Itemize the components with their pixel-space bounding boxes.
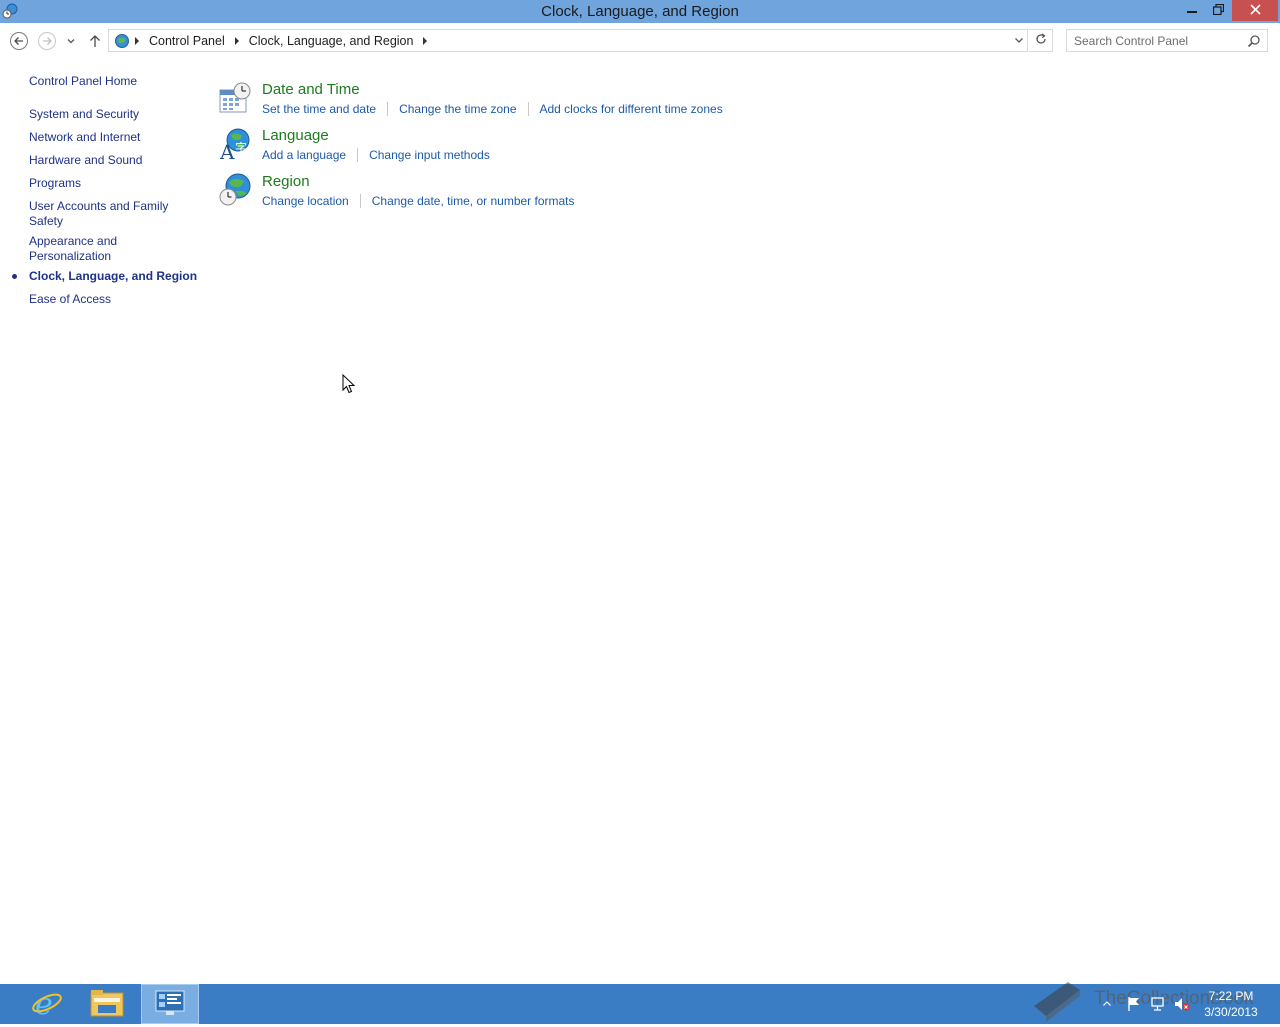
taskbar-file-explorer[interactable]	[78, 984, 136, 1024]
search-box[interactable]	[1066, 29, 1268, 52]
taskbar-control-panel[interactable]	[141, 984, 199, 1024]
internet-explorer-icon: e	[31, 987, 63, 1022]
breadcrumb-separator-icon[interactable]	[234, 36, 239, 45]
refresh-icon	[1035, 33, 1047, 48]
breadcrumb-clock-language-region[interactable]: Clock, Language, and Region	[243, 34, 420, 48]
search-input[interactable]	[1067, 30, 1245, 51]
control-panel-icon	[154, 988, 186, 1021]
minimize-button[interactable]	[1178, 0, 1206, 21]
taskbar-internet-explorer[interactable]: e	[18, 984, 76, 1024]
change-time-zone-link[interactable]: Change the time zone	[399, 102, 516, 116]
change-formats-link[interactable]: Change date, time, or number formats	[372, 194, 575, 208]
restore-button[interactable]	[1204, 0, 1232, 21]
add-language-link[interactable]: Add a language	[262, 148, 346, 162]
date-time-title[interactable]: Date and Time	[262, 81, 360, 98]
link-divider	[357, 148, 359, 162]
language-title[interactable]: Language	[262, 127, 329, 144]
sidebar-item-system-security[interactable]: System and Security	[29, 107, 199, 122]
close-icon	[1249, 3, 1261, 18]
taskbar-clock[interactable]: 7:22 PM 3/30/2013	[1196, 988, 1266, 1020]
recent-locations-button[interactable]	[62, 32, 80, 52]
close-button[interactable]	[1232, 0, 1278, 21]
restore-icon	[1212, 3, 1224, 18]
sidebar-item-programs[interactable]: Programs	[29, 176, 199, 191]
breadcrumb: Control Panel Clock, Language, and Regio…	[113, 30, 431, 51]
language-globe-icon[interactable]: A 字	[218, 127, 252, 164]
link-divider	[387, 102, 389, 116]
show-hidden-icons-icon[interactable]	[1100, 999, 1114, 1009]
back-button[interactable]	[9, 31, 29, 54]
forward-button[interactable]	[37, 31, 57, 54]
volume-muted-icon[interactable]	[1170, 996, 1194, 1012]
control-panel-location-icon	[113, 32, 131, 50]
up-arrow-icon	[88, 34, 102, 51]
system-tray	[1100, 984, 1194, 1024]
sidebar-item-control-panel-home[interactable]: Control Panel Home	[29, 74, 199, 89]
title-bar: Clock, Language, and Region	[0, 0, 1280, 23]
search-icon[interactable]	[1247, 34, 1261, 48]
mouse-cursor-icon	[342, 373, 356, 394]
region-links: Change location Change date, time, or nu…	[262, 194, 575, 208]
action-center-flag-icon[interactable]	[1122, 996, 1146, 1012]
sidebar-item-user-accounts[interactable]: User Accounts and Family Safety	[29, 199, 179, 229]
change-input-methods-link[interactable]: Change input methods	[369, 148, 490, 162]
sidebar-item-appearance[interactable]: Appearance and Personalization	[29, 234, 139, 264]
minimize-icon	[1187, 4, 1197, 18]
svg-text:字: 字	[235, 140, 247, 155]
category-language: A 字 Language Add a language Change input…	[218, 127, 918, 167]
refresh-button[interactable]	[1029, 29, 1053, 52]
address-dropdown-icon[interactable]	[1013, 34, 1025, 46]
back-arrow-icon	[9, 31, 29, 54]
chevron-down-icon	[66, 35, 76, 49]
svg-text:A: A	[219, 140, 235, 161]
breadcrumb-separator-icon[interactable]	[135, 36, 139, 45]
forward-arrow-icon	[37, 31, 57, 54]
calendar-clock-icon[interactable]	[218, 81, 252, 115]
file-explorer-icon	[90, 988, 124, 1021]
navigation-bar: Control Panel Clock, Language, and Regio…	[0, 23, 1280, 59]
date-time-links: Set the time and date Change the time zo…	[262, 102, 723, 116]
add-clocks-link[interactable]: Add clocks for different time zones	[540, 102, 723, 116]
clock-time: 7:22 PM	[1208, 989, 1254, 1003]
address-bar[interactable]: Control Panel Clock, Language, and Regio…	[108, 29, 1028, 52]
category-region: Region Change location Change date, time…	[218, 173, 918, 213]
up-button[interactable]	[85, 32, 105, 52]
breadcrumb-separator-icon[interactable]	[423, 36, 428, 45]
change-location-link[interactable]: Change location	[262, 194, 349, 208]
sidebar-item-ease-of-access[interactable]: Ease of Access	[29, 292, 199, 307]
set-time-date-link[interactable]: Set the time and date	[262, 102, 376, 116]
sidebar-item-clock-language-region[interactable]: Clock, Language, and Region	[29, 269, 199, 284]
window-title: Clock, Language, and Region	[541, 3, 739, 20]
region-globe-clock-icon[interactable]	[218, 173, 252, 207]
language-links: Add a language Change input methods	[262, 148, 490, 162]
region-title[interactable]: Region	[262, 173, 310, 190]
sidebar-item-hardware-sound[interactable]: Hardware and Sound	[29, 153, 199, 168]
category-date-time: Date and Time Set the time and date Chan…	[218, 81, 918, 121]
link-divider	[527, 102, 529, 116]
current-item-bullet-icon	[12, 274, 17, 279]
clock-date: 3/30/2013	[1204, 1005, 1258, 1019]
breadcrumb-control-panel[interactable]: Control Panel	[143, 34, 231, 48]
sidebar-item-network-internet[interactable]: Network and Internet	[29, 130, 199, 145]
network-icon[interactable]	[1146, 996, 1170, 1012]
link-divider	[359, 194, 361, 208]
